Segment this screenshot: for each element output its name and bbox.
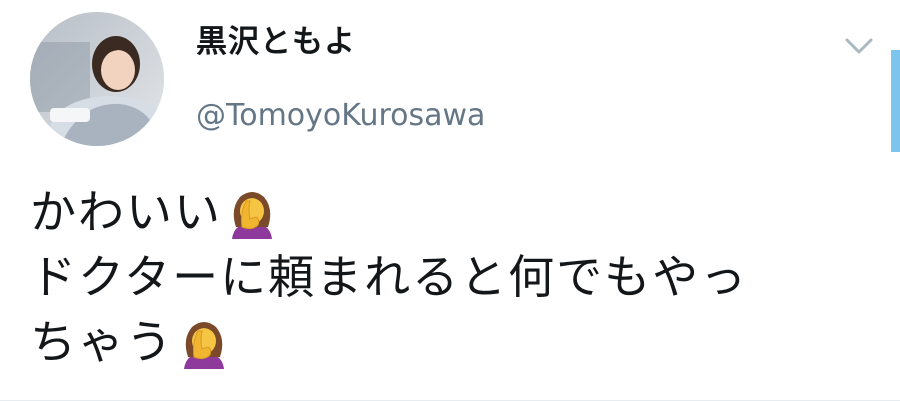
scroll-indicator bbox=[891, 50, 900, 152]
profile-photo-avatar bbox=[30, 12, 164, 146]
tweet-line-text: ちゃう bbox=[30, 315, 174, 369]
chevron-down-icon bbox=[845, 38, 873, 54]
woman-facepalming-emoji bbox=[178, 317, 230, 369]
tweet-menu-button[interactable] bbox=[843, 34, 875, 58]
woman-facepalming-emoji bbox=[226, 187, 278, 239]
tweet-line: ちゃう bbox=[30, 310, 860, 375]
author-info: 黒沢ともよ @TomoyoKurosawa bbox=[196, 22, 485, 136]
tweet-line-text: かわいい bbox=[30, 185, 222, 239]
tweet-line: かわいい bbox=[30, 180, 860, 245]
tweet-line-text: ドクターに頼まれると何でもやっ bbox=[30, 250, 749, 304]
avatar[interactable] bbox=[30, 12, 164, 146]
tweet-card: 黒沢ともよ @TomoyoKurosawa かわいい ドクターに頼まれると何でも… bbox=[0, 0, 900, 401]
tweet-line: ドクターに頼まれると何でもやっ bbox=[30, 245, 860, 310]
tweet-text: かわいい ドクターに頼まれると何でもやっ ちゃう bbox=[30, 180, 860, 375]
display-name[interactable]: 黒沢ともよ bbox=[196, 22, 485, 62]
user-handle[interactable]: @TomoyoKurosawa bbox=[196, 96, 485, 136]
